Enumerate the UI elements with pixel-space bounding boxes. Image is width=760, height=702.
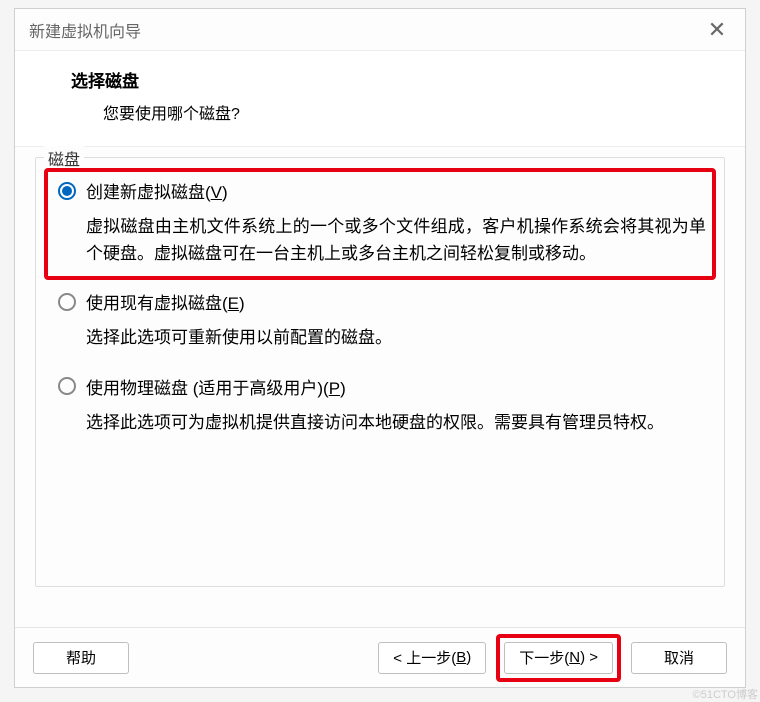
disk-fieldset: 磁盘 创建新虚拟磁盘(V) 虚拟磁盘由主机文件系统上的一个或多个文件组成，客户机… xyxy=(35,157,725,587)
wizard-footer: 帮助 < 上一步(B) 下一步(N) > 取消 xyxy=(15,627,745,687)
wizard-content: 磁盘 创建新虚拟磁盘(V) 虚拟磁盘由主机文件系统上的一个或多个文件组成，客户机… xyxy=(15,147,745,627)
option-existing-desc: 选择此选项可重新使用以前配置的磁盘。 xyxy=(86,324,706,351)
option-create-new-disk: 创建新虚拟磁盘(V) 虚拟磁盘由主机文件系统上的一个或多个文件组成，客户机操作系… xyxy=(54,178,706,267)
page-title: 选择磁盘 xyxy=(71,67,717,92)
annotation-highlight-next: 下一步(N) > xyxy=(496,634,621,682)
next-button[interactable]: 下一步(N) > xyxy=(504,642,613,674)
option-physical-desc: 选择此选项可为虚拟机提供直接访问本地硬盘的权限。需要具有管理员特权。 xyxy=(86,409,706,436)
option-use-physical-disk: 使用物理磁盘 (适用于高级用户)(P) 选择此选项可为虚拟机提供直接访问本地硬盘… xyxy=(54,374,706,436)
option-use-existing-disk: 使用现有虚拟磁盘(E) 选择此选项可重新使用以前配置的磁盘。 xyxy=(54,289,706,351)
radio-use-existing[interactable] xyxy=(58,293,76,311)
cancel-button[interactable]: 取消 xyxy=(631,642,727,674)
titlebar: 新建虚拟机向导 ✕ xyxy=(15,9,745,51)
radio-create-new[interactable] xyxy=(58,182,76,200)
radio-use-physical[interactable] xyxy=(58,377,76,395)
fieldset-legend: 磁盘 xyxy=(44,146,84,170)
close-icon[interactable]: ✕ xyxy=(703,19,731,41)
help-button[interactable]: 帮助 xyxy=(33,642,129,674)
back-button[interactable]: < 上一步(B) xyxy=(378,642,486,674)
wizard-dialog: 新建虚拟机向导 ✕ 选择磁盘 您要使用哪个磁盘? 磁盘 创建新虚拟磁盘(V) 虚… xyxy=(14,8,746,688)
option-create-desc: 虚拟磁盘由主机文件系统上的一个或多个文件组成，客户机操作系统会将其视为单个硬盘。… xyxy=(86,213,706,267)
option-existing-label: 使用现有虚拟磁盘(E) xyxy=(86,289,245,314)
option-create-label: 创建新虚拟磁盘(V) xyxy=(86,178,228,203)
wizard-header: 选择磁盘 您要使用哪个磁盘? xyxy=(15,51,745,147)
option-create-row[interactable]: 创建新虚拟磁盘(V) xyxy=(58,178,706,203)
watermark: ©51CTO博客 xyxy=(693,686,758,702)
option-physical-row[interactable]: 使用物理磁盘 (适用于高级用户)(P) xyxy=(58,374,706,399)
option-existing-row[interactable]: 使用现有虚拟磁盘(E) xyxy=(58,289,706,314)
option-physical-label: 使用物理磁盘 (适用于高级用户)(P) xyxy=(86,374,346,399)
dialog-title: 新建虚拟机向导 xyxy=(29,18,141,42)
page-subtitle: 您要使用哪个磁盘? xyxy=(103,100,717,124)
